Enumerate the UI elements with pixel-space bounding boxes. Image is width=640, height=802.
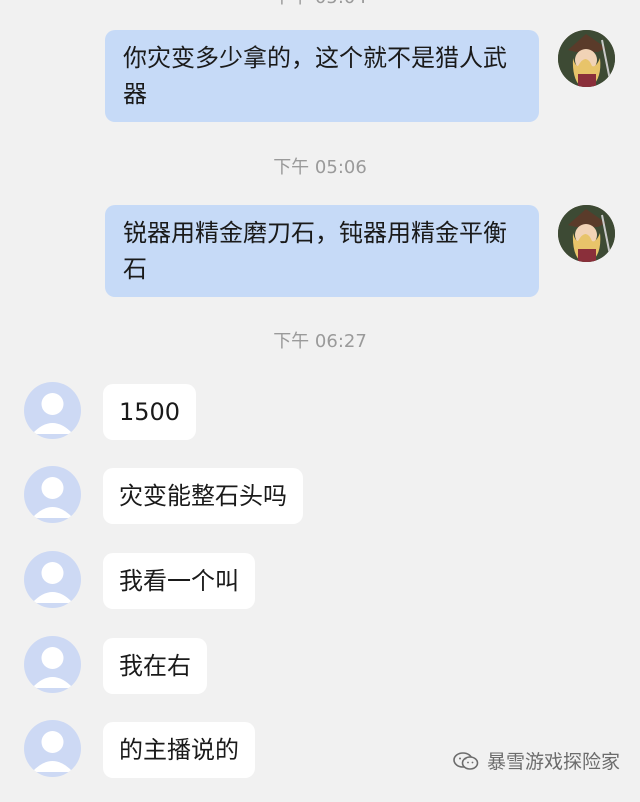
- default-user-avatar[interactable]: [24, 382, 81, 439]
- message-bubble-other[interactable]: 我在右: [103, 638, 207, 694]
- message-bubble-other[interactable]: 我看一个叫: [103, 553, 255, 609]
- message-bubble-other[interactable]: 1500: [103, 384, 197, 440]
- message-bubble-other[interactable]: 灾变能整石头吗: [103, 468, 303, 524]
- timestamp: 下午 05:04: [0, 0, 640, 10]
- anime-character-avatar[interactable]: [558, 30, 615, 87]
- message-bubble-self[interactable]: 锐器用精金磨刀石，钝器用精金平衡石: [105, 205, 539, 297]
- message-bubble-self[interactable]: 你灾变多少拿的，这个就不是猎人武器: [105, 30, 539, 122]
- chat-window: 下午 05:04 你灾变多少拿的，这个就不是猎人武器 下午 05:06 锐器用精…: [0, 0, 640, 802]
- default-user-avatar[interactable]: [24, 720, 81, 777]
- timestamp: 下午 06:27: [273, 331, 367, 352]
- anime-character-avatar[interactable]: [558, 205, 615, 262]
- message-bubble-other[interactable]: 的主播说的: [103, 722, 255, 778]
- watermark: 暴雪游戏探险家: [453, 747, 620, 774]
- wechat-icon: [453, 751, 479, 770]
- watermark-text: 暴雪游戏探险家: [486, 751, 620, 773]
- default-user-avatar[interactable]: [24, 466, 81, 523]
- timestamp: 下午 05:06: [273, 157, 367, 178]
- default-user-avatar[interactable]: [24, 551, 81, 608]
- default-user-avatar[interactable]: [24, 636, 81, 693]
